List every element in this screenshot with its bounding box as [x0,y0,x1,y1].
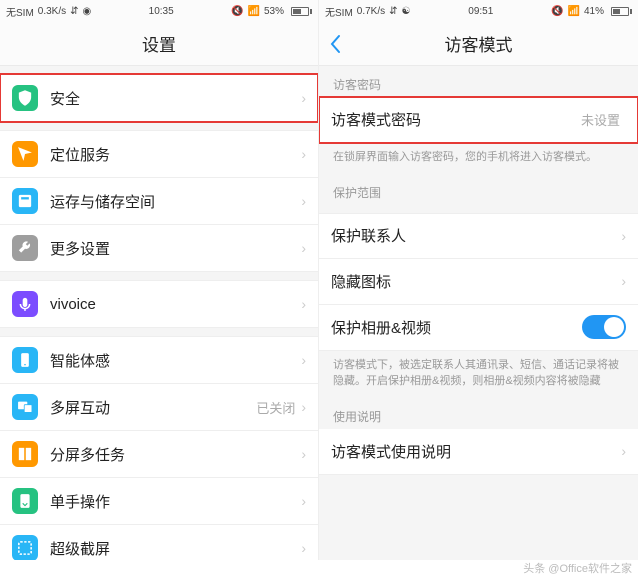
row-label: 更多设置 [50,238,301,259]
settings-row-voice[interactable]: vivoice› [0,280,318,328]
sim-status: 无SIM [325,4,353,19]
settings-row-wrench[interactable]: 更多设置› [0,225,318,272]
scope-row-2[interactable]: 保护相册&视频 [319,305,638,351]
section-guest-password: 访客密码 [319,66,638,97]
row-label: vivoice [50,296,301,313]
sense-icon [12,347,38,373]
row-label: 智能体感 [50,350,301,371]
row-label: 保护联系人 [331,225,621,246]
row-label: 定位服务 [50,144,301,165]
wifi-icon: 📶 [248,6,260,17]
settings-row-sense[interactable]: 智能体感› [0,336,318,384]
chevron-right-icon: › [621,273,626,289]
row-value: 未设置 [581,110,620,129]
clock: 09:51 [468,6,493,17]
wifi-icon: 📶 [568,6,580,17]
row-label: 超级截屏 [50,538,301,559]
settings-row-shield[interactable]: 安全› [0,74,318,122]
section-usage: 使用说明 [319,398,638,429]
watermark: 头条 @Office软件之家 [0,560,632,576]
chevron-right-icon: › [301,540,306,556]
status-bar-left: 无SIM 0.3K/s ⇵ ◉ 10:35 🔇 📶 53% [0,0,318,22]
onehand-icon [12,488,38,514]
row-label: 运存与储存空间 [50,191,301,212]
storage-icon [12,188,38,214]
net-speed: 0.3K/s [38,6,66,17]
wifi-pct: 41% [584,6,604,17]
row-label: 单手操作 [50,491,301,512]
settings-screen: 无SIM 0.3K/s ⇵ ◉ 10:35 🔇 📶 53% 设置 安全›定位服务… [0,0,319,560]
guest-password-row[interactable]: 访客模式密码 未设置 [319,97,638,143]
settings-row-sshot[interactable]: 超级截屏› [0,525,318,560]
wrench-icon [12,235,38,261]
row-label: 隐藏图标 [331,271,621,292]
guest-mode-screen: 无SIM 0.7K/s ⇵ ☯ 09:51 🔇 📶 41% 访客模式 访客密码 [319,0,638,560]
toggle-switch[interactable] [582,315,626,339]
chevron-right-icon: › [301,296,306,312]
voice-icon [12,291,38,317]
sshot-icon [12,535,38,560]
scope-helper-text: 访客模式下，被选定联系人其通讯录、短信、通话记录将被隐藏。开启保护相册&视频，则… [319,351,638,398]
row-label: 保护相册&视频 [331,317,582,338]
title-bar: 访客模式 [319,22,638,66]
net-speed: 0.7K/s [357,6,385,17]
screens-icon [12,394,38,420]
row-label: 访客模式使用说明 [331,441,621,462]
battery-icon [608,7,632,16]
usage-instructions-row[interactable]: 访客模式使用说明 › [319,429,638,475]
chevron-right-icon: › [301,240,306,256]
row-value: 已关闭 [256,398,295,417]
wechat-icon: ☯ [402,6,411,17]
shield-icon [12,85,38,111]
usb-icon: ⇵ [389,6,397,17]
settings-list[interactable]: 安全›定位服务›运存与储存空间›更多设置›vivoice›智能体感›多屏互动已关… [0,66,318,560]
page-title: 访客模式 [445,31,513,56]
page-title: 设置 [142,31,176,56]
usb-icon: ⇵ [70,6,78,17]
sim-status: 无SIM [6,4,34,19]
chevron-right-icon: › [301,90,306,106]
chevron-right-icon: › [301,399,306,415]
chevron-right-icon: › [621,443,626,459]
section-scope: 保护范围 [319,174,638,205]
wifi-pct: 53% [264,6,284,17]
hotspot-icon: ◉ [83,6,92,17]
mute-icon: 🔇 [231,6,243,17]
status-bar-right: 无SIM 0.7K/s ⇵ ☯ 09:51 🔇 📶 41% [319,0,638,22]
battery-icon [288,7,312,16]
title-bar: 设置 [0,22,318,66]
settings-row-screens[interactable]: 多屏互动已关闭 › [0,384,318,431]
chevron-right-icon: › [301,446,306,462]
chevron-right-icon: › [621,228,626,244]
guest-mode-list[interactable]: 访客密码 访客模式密码 未设置 在锁屏界面输入访客密码，您的手机将进入访客模式。… [319,66,638,560]
row-label: 多屏互动 [50,397,256,418]
split-icon [12,441,38,467]
row-label: 安全 [50,88,301,109]
settings-row-storage[interactable]: 运存与储存空间› [0,178,318,225]
row-label: 分屏多任务 [50,444,301,465]
mute-icon: 🔇 [551,6,563,17]
back-button[interactable] [329,22,341,65]
location-icon [12,141,38,167]
password-helper-text: 在锁屏界面输入访客密码，您的手机将进入访客模式。 [319,143,638,174]
scope-row-0[interactable]: 保护联系人› [319,213,638,259]
settings-row-location[interactable]: 定位服务› [0,130,318,178]
clock: 10:35 [149,6,174,17]
settings-row-split[interactable]: 分屏多任务› [0,431,318,478]
chevron-right-icon: › [301,352,306,368]
row-label: 访客模式密码 [331,109,581,130]
scope-row-1[interactable]: 隐藏图标› [319,259,638,305]
settings-row-onehand[interactable]: 单手操作› [0,478,318,525]
chevron-right-icon: › [301,493,306,509]
chevron-right-icon: › [301,193,306,209]
chevron-right-icon: › [301,146,306,162]
